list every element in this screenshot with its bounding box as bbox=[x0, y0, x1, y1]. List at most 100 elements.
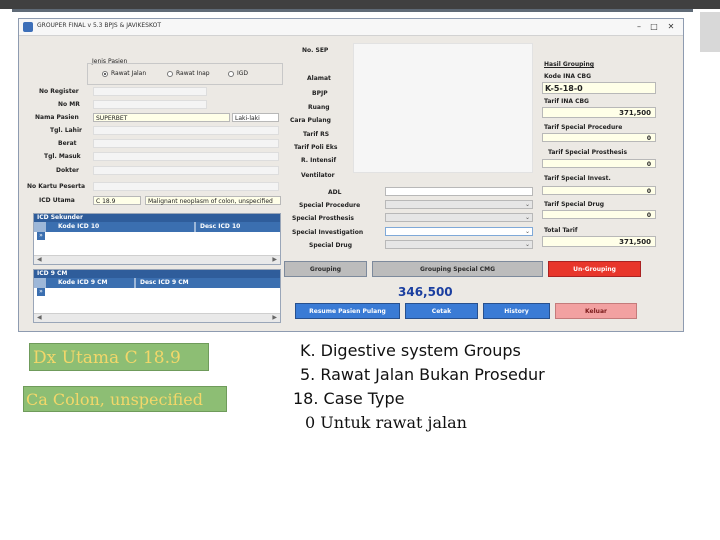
chevron-down-icon: ⌄ bbox=[524, 228, 530, 235]
radio-rawat-inap-label: Rawat Inap bbox=[176, 70, 210, 77]
radio-rawat-jalan-label: Rawat Jalan bbox=[111, 70, 147, 77]
title-bar: GROUPER FINAL v 5.3 BPJS & JAVIKESKOT – … bbox=[19, 19, 683, 36]
adl-label: ADL bbox=[328, 189, 342, 196]
special-procedure-select[interactable]: ⌄ bbox=[385, 200, 533, 209]
no-mr-label: No MR bbox=[58, 101, 80, 108]
minimize-icon[interactable]: – bbox=[633, 21, 645, 33]
slide-accent-line bbox=[12, 9, 693, 12]
window-title: GROUPER FINAL v 5.3 BPJS & JAVIKESKOT bbox=[37, 22, 161, 29]
tarif-ina-cbg-label: Tarif INA CBG bbox=[544, 98, 589, 105]
dx-utama-caption: Dx Utama C 18.9 bbox=[29, 343, 209, 371]
history-button[interactable]: History bbox=[483, 303, 550, 319]
app-icon bbox=[23, 22, 33, 32]
tarif-special-drug-field[interactable]: 0 bbox=[542, 210, 656, 219]
info-panel bbox=[353, 43, 533, 173]
tgl-masuk-field[interactable] bbox=[93, 152, 279, 161]
maximize-icon[interactable]: □ bbox=[648, 21, 660, 33]
tarif-special-drug-label: Tarif Special Drug bbox=[544, 201, 605, 208]
adl-field[interactable] bbox=[385, 187, 533, 196]
ca-colon-caption: Ca Colon, unspecified bbox=[23, 386, 227, 412]
tarif-poli-label: Tarif Poli Eks bbox=[294, 144, 338, 151]
radio-igd[interactable] bbox=[228, 71, 234, 77]
bpjp-label: BPJP bbox=[312, 90, 328, 97]
icd9-col-kode: Kode ICD 9 CM bbox=[46, 278, 134, 288]
no-register-label: No Register bbox=[39, 88, 79, 95]
total-amount: 346,500 bbox=[398, 285, 453, 299]
tarif-special-procedure-field[interactable]: 0 bbox=[542, 133, 656, 142]
tarif-special-procedure-label: Tarif Special Procedure bbox=[544, 124, 623, 131]
icd-sekunder-header: ICD Sekunder bbox=[34, 214, 280, 222]
icd-sekunder-grid[interactable]: ICD Sekunder Kode ICD 10 Desc ICD 10 » ◀… bbox=[33, 213, 281, 265]
special-procedure-label: Special Procedure bbox=[299, 202, 361, 209]
close-icon[interactable]: ✕ bbox=[665, 21, 677, 33]
hasil-grouping-header: Hasil Grouping bbox=[544, 61, 595, 68]
icd-sekunder-scrollbar[interactable]: ◀ ▶ bbox=[34, 255, 280, 264]
tgl-masuk-label: Tgl. Masuk bbox=[44, 153, 81, 160]
chevron-down-icon: ⌄ bbox=[524, 214, 530, 221]
chevron-down-icon: ⌄ bbox=[524, 201, 530, 208]
icd-utama-code-field[interactable]: C 18.9 bbox=[93, 196, 141, 205]
icd9-scrollbar[interactable]: ◀ ▶ bbox=[34, 313, 280, 322]
total-tarif-field[interactable]: 371,500 bbox=[542, 236, 656, 247]
radio-igd-label: IGD bbox=[237, 70, 249, 77]
group-0-text: 0 Untuk rawat jalan bbox=[305, 413, 467, 432]
icd-sekunder-col-kode: Kode ICD 10 bbox=[46, 222, 194, 232]
radio-rawat-inap[interactable] bbox=[167, 71, 173, 77]
no-mr-field[interactable] bbox=[93, 100, 207, 109]
tgl-lahir-field[interactable] bbox=[93, 126, 279, 135]
special-prosthesis-label: Special Prosthesis bbox=[292, 215, 354, 222]
resume-pasien-pulang-button[interactable]: Resume Pasien Pulang bbox=[295, 303, 400, 319]
icd-utama-desc-field[interactable]: Malignant neoplasm of colon, unspecified bbox=[145, 196, 281, 205]
tarif-rs-label: Tarif RS bbox=[303, 131, 330, 138]
icd-sekunder-col-desc: Desc ICD 10 bbox=[196, 222, 280, 232]
slide-top-bar bbox=[0, 0, 720, 9]
kode-ina-cbg-field[interactable]: K-5-18-0 bbox=[542, 82, 656, 94]
group-18-text: 18. Case Type bbox=[293, 389, 405, 408]
group-k-text: K. Digestive system Groups bbox=[300, 341, 521, 360]
berat-label: Berat bbox=[58, 140, 77, 147]
no-register-field[interactable] bbox=[93, 87, 207, 96]
icd9-header: ICD 9 CM bbox=[34, 270, 280, 278]
tarif-special-invest-label: Tarif Special Invest. bbox=[544, 175, 611, 182]
keluar-button[interactable]: Keluar bbox=[555, 303, 637, 319]
nama-pasien-label: Nama Pasien bbox=[35, 114, 79, 121]
tarif-special-prosthesis-field[interactable]: 0 bbox=[542, 159, 656, 168]
new-row-icon: » bbox=[37, 288, 45, 296]
chevron-down-icon: ⌄ bbox=[524, 241, 530, 248]
dokter-field[interactable] bbox=[93, 166, 279, 175]
un-grouping-button[interactable]: Un-Grouping bbox=[548, 261, 641, 277]
no-kartu-field[interactable] bbox=[93, 182, 279, 191]
ventilator-label: Ventilator bbox=[301, 172, 335, 179]
special-prosthesis-select[interactable]: ⌄ bbox=[385, 213, 533, 222]
new-row-icon: » bbox=[37, 232, 45, 240]
icd9-grid[interactable]: ICD 9 CM Kode ICD 9 CM Desc ICD 9 CM » ◀… bbox=[33, 269, 281, 323]
slide-corner-stripe bbox=[700, 12, 720, 52]
special-investigation-select[interactable]: ⌄ bbox=[385, 227, 533, 236]
alamat-label: Alamat bbox=[307, 75, 331, 82]
tarif-special-prosthesis-label: Tarif Special Prosthesis bbox=[548, 149, 628, 156]
icd-sekunder-columns: Kode ICD 10 Desc ICD 10 bbox=[34, 222, 280, 232]
special-investigation-label: Special Investigation bbox=[292, 229, 364, 236]
berat-field[interactable] bbox=[93, 139, 279, 148]
no-kartu-label: No Kartu Peserta bbox=[27, 183, 86, 190]
group-5-text: 5. Rawat Jalan Bukan Prosedur bbox=[300, 365, 545, 384]
nama-pasien-field[interactable]: SUPERBET bbox=[93, 113, 230, 122]
ruang-label: Ruang bbox=[308, 104, 330, 111]
r-intensif-label: R. Intensif bbox=[301, 157, 337, 164]
grouping-button[interactable]: Grouping bbox=[284, 261, 367, 277]
total-tarif-label: Total Tarif bbox=[544, 227, 578, 234]
dokter-label: Dokter bbox=[56, 167, 79, 174]
special-drug-select[interactable]: ⌄ bbox=[385, 240, 533, 249]
jenis-kelamin-field[interactable]: Laki-laki bbox=[232, 113, 279, 122]
tarif-ina-cbg-field[interactable]: 371,500 bbox=[542, 107, 656, 118]
grouper-window: GROUPER FINAL v 5.3 BPJS & JAVIKESKOT – … bbox=[18, 18, 684, 332]
icd9-col-desc: Desc ICD 9 CM bbox=[136, 278, 280, 288]
cetak-button[interactable]: Cetak bbox=[405, 303, 478, 319]
icd-utama-label: ICD Utama bbox=[39, 197, 75, 204]
special-drug-label: Special Drug bbox=[309, 242, 352, 249]
radio-rawat-jalan[interactable] bbox=[102, 71, 108, 77]
grouping-special-cmg-button[interactable]: Grouping Special CMG bbox=[372, 261, 543, 277]
tgl-lahir-label: Tgl. Lahir bbox=[50, 127, 82, 134]
no-sep-label: No. SEP bbox=[302, 47, 329, 54]
tarif-special-invest-field[interactable]: 0 bbox=[542, 186, 656, 195]
